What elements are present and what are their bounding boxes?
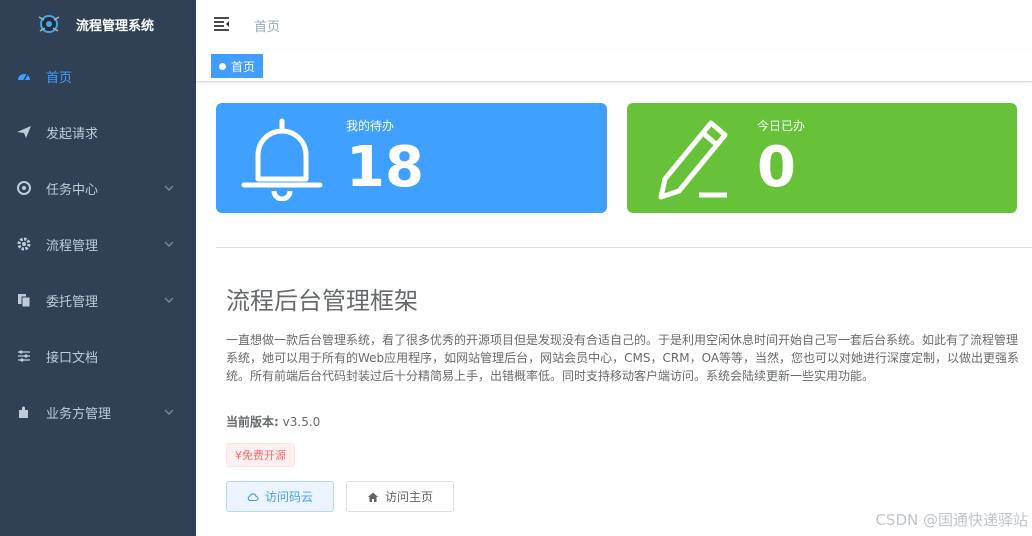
dashboard-icon bbox=[18, 74, 30, 81]
watermark: CSDN @国通快递驿站 bbox=[875, 511, 1028, 529]
visit-gitee-label: 访问码云 bbox=[264, 490, 313, 504]
panel-todo-value: 18 bbox=[346, 135, 424, 200]
chevron-down-icon bbox=[164, 297, 174, 303]
sidebar-menu: 首页 发起请求 任务中心 流程管理 委托管理 接口文档 业务方管理 bbox=[0, 48, 196, 440]
pencil-icon bbox=[658, 120, 728, 200]
sidebar-item-delegate[interactable]: 委托管理 bbox=[0, 272, 196, 328]
navbar: 首页 bbox=[196, 0, 1032, 50]
sidebar-item-tasks[interactable]: 任务中心 bbox=[0, 160, 196, 216]
sidebar-item-label: 委托管理 bbox=[46, 294, 99, 310]
chevron-down-icon bbox=[164, 241, 174, 247]
version-info: 当前版本: v3.5.0 bbox=[226, 413, 320, 430]
sidebar: 流程管理系统 首页 发起请求 任务中心 流程管理 委托管理 接口文档 业务方管理 bbox=[0, 0, 196, 536]
sidebar-item-label: 接口文档 bbox=[46, 350, 99, 366]
content-title: 流程后台管理框架 bbox=[226, 287, 418, 315]
panel-todo[interactable]: 我的待办 18 bbox=[216, 103, 607, 213]
sidebar-item-home[interactable]: 首页 bbox=[0, 48, 196, 104]
sidebar-item-business[interactable]: 业务方管理 bbox=[0, 384, 196, 440]
cloud-icon bbox=[247, 492, 259, 501]
menu-toggle-icon[interactable] bbox=[213, 15, 231, 33]
active-dot-icon bbox=[219, 62, 226, 70]
panel-todo-label: 我的待办 bbox=[346, 119, 395, 133]
visit-gitee-button[interactable]: 访问码云 bbox=[226, 481, 334, 512]
logo-icon bbox=[38, 15, 60, 33]
visit-home-button[interactable]: 访问主页 bbox=[346, 481, 454, 512]
gear-icon bbox=[17, 237, 31, 251]
version-value: v3.5.0 bbox=[282, 415, 321, 429]
home-icon bbox=[367, 492, 378, 502]
app-title: 流程管理系统 bbox=[76, 18, 155, 34]
version-label: 当前版本: bbox=[226, 415, 279, 429]
logo[interactable]: 流程管理系统 bbox=[0, 0, 196, 48]
visit-home-label: 访问主页 bbox=[384, 490, 433, 504]
panel-done-value: 0 bbox=[757, 135, 796, 200]
send-icon bbox=[17, 126, 31, 138]
sidebar-item-label: 发起请求 bbox=[46, 126, 99, 142]
copy-icon bbox=[18, 294, 31, 308]
panel-done[interactable]: 今日已办 0 bbox=[627, 103, 1017, 213]
sidebar-item-label: 任务中心 bbox=[46, 182, 99, 198]
sidebar-item-label: 业务方管理 bbox=[46, 406, 112, 422]
sidebar-item-api-docs[interactable]: 接口文档 bbox=[0, 328, 196, 384]
tag-label: 首页 bbox=[231, 59, 256, 74]
free-open-source-badge: ¥免费开源 bbox=[226, 443, 295, 467]
puzzle-icon bbox=[19, 406, 28, 418]
sidebar-item-label: 流程管理 bbox=[46, 238, 99, 254]
target-icon bbox=[17, 181, 31, 195]
sidebar-item-label: 首页 bbox=[46, 70, 73, 86]
chevron-down-icon bbox=[164, 409, 174, 415]
sidebar-item-request[interactable]: 发起请求 bbox=[0, 104, 196, 160]
content-description: 一直想做一款后台管理系统，看了很多优秀的开源项目但是发现没有合适自己的。于是利用… bbox=[226, 333, 1020, 383]
tags-view: 首页 bbox=[196, 50, 1032, 82]
sliders-icon bbox=[18, 350, 30, 362]
panel-done-label: 今日已办 bbox=[757, 119, 806, 133]
bell-icon bbox=[241, 118, 323, 201]
divider bbox=[216, 247, 1032, 248]
sidebar-item-process[interactable]: 流程管理 bbox=[0, 216, 196, 272]
tag-home[interactable]: 首页 bbox=[211, 54, 264, 78]
chevron-down-icon bbox=[164, 185, 174, 191]
breadcrumb: 首页 bbox=[254, 20, 281, 35]
